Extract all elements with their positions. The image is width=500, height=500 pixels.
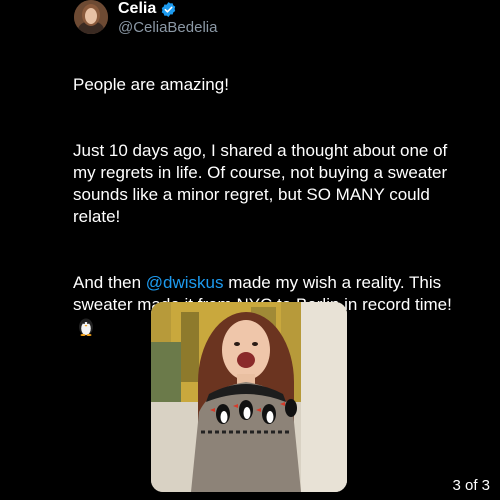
tweet-paragraph-2: Just 10 days ago, I shared a thought abo… [73,141,448,226]
author-handle[interactable]: @CeliaBedelia [118,19,217,36]
author-name[interactable]: Celia [118,0,156,18]
tweet-paragraph-3-start: And then [73,273,146,292]
avatar-image [74,0,108,34]
tweet-paragraph-1: People are amazing! [73,75,229,94]
author-name-row: Celia [118,0,177,18]
verified-badge-icon [162,1,176,17]
tweet-photo[interactable] [151,302,347,492]
penguin-emoji-icon [77,316,95,342]
page-indicator: 3 of 3 [452,477,490,494]
author-avatar[interactable] [74,0,108,34]
puffin-sweater-photo-icon [151,302,347,492]
mention-link[interactable]: @dwiskus [146,273,224,292]
